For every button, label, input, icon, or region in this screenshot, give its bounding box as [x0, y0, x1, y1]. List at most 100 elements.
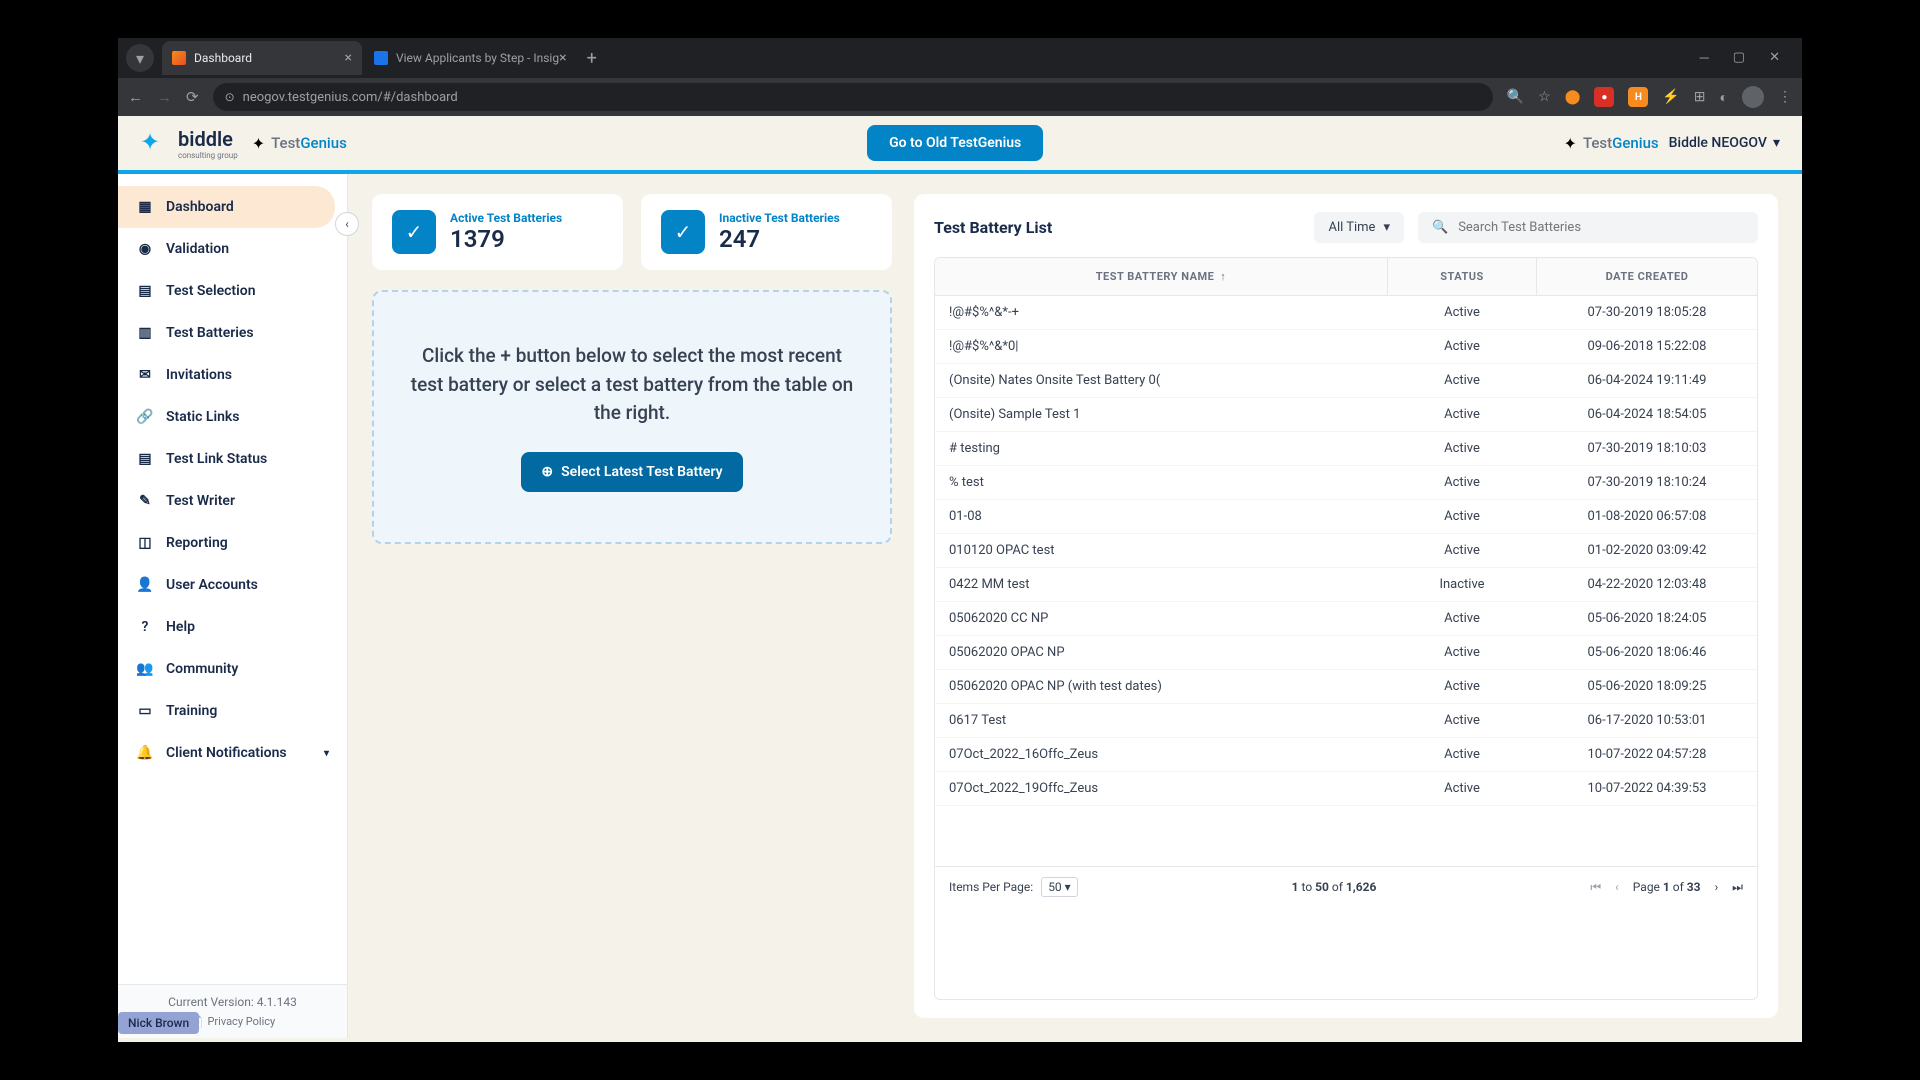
- cell-status: Active: [1387, 738, 1537, 771]
- minimize-icon[interactable]: ─: [1700, 50, 1709, 66]
- address-bar[interactable]: ⊙ neogov.testgenius.com/#/dashboard: [213, 83, 1493, 111]
- logo-subtitle: consulting group: [178, 151, 238, 160]
- cell-status: Inactive: [1387, 568, 1537, 601]
- url-text: neogov.testgenius.com/#/dashboard: [243, 90, 458, 105]
- active-batteries-card[interactable]: ✓ Active Test Batteries 1379: [372, 194, 623, 270]
- table-row[interactable]: 010120 OPAC testActive01-02-2020 03:09:4…: [935, 534, 1757, 568]
- back-button[interactable]: ←: [128, 88, 143, 106]
- collapse-sidebar-button[interactable]: ‹: [335, 212, 359, 236]
- table-row[interactable]: 01-08Active01-08-2020 06:57:08: [935, 500, 1757, 534]
- cell-date: 06-17-2020 10:53:01: [1537, 704, 1757, 737]
- cell-status: Active: [1387, 432, 1537, 465]
- maximize-icon[interactable]: ▢: [1733, 50, 1745, 66]
- sidebar-item-help[interactable]: ?Help: [118, 606, 347, 648]
- tab-search-button[interactable]: ▾: [126, 44, 154, 72]
- select-latest-button[interactable]: ⊕ Select Latest Test Battery: [521, 452, 742, 492]
- org-selector[interactable]: Biddle NEOGOV ▾: [1669, 135, 1780, 151]
- table-row[interactable]: 05062020 CC NPActive05-06-2020 18:24:05: [935, 602, 1757, 636]
- cell-date: 10-07-2022 04:39:53: [1537, 772, 1757, 805]
- next-page-button[interactable]: ›: [1715, 880, 1719, 894]
- sidebar-item-test-selection[interactable]: ▤Test Selection: [118, 270, 347, 312]
- cell-status: Active: [1387, 636, 1537, 669]
- sidebar-item-test-batteries[interactable]: ▥Test Batteries: [118, 312, 347, 354]
- browser-tab-bar: ▾ Dashboard × View Applicants by Step - …: [118, 38, 1802, 78]
- table-row[interactable]: !@#$%^&*-+Active07-30-2019 18:05:28: [935, 296, 1757, 330]
- cell-status: Active: [1387, 500, 1537, 533]
- sidebar-item-user-accounts[interactable]: 👤User Accounts: [118, 564, 347, 606]
- table-row[interactable]: % testActive07-30-2019 18:10:24: [935, 466, 1757, 500]
- plus-icon: ⊕: [541, 464, 553, 480]
- last-page-button[interactable]: ⏭: [1732, 880, 1743, 895]
- sidebar-item-reporting[interactable]: ◫Reporting: [118, 522, 347, 564]
- close-icon[interactable]: ×: [559, 50, 566, 66]
- go-to-old-button[interactable]: Go to Old TestGenius: [867, 125, 1043, 161]
- column-status[interactable]: STATUS: [1387, 258, 1537, 295]
- close-window-icon[interactable]: ✕: [1769, 50, 1780, 66]
- zoom-icon[interactable]: 🔍: [1507, 89, 1524, 105]
- sidebar-item-label: Help: [166, 619, 195, 635]
- table-row[interactable]: 05062020 OPAC NPActive05-06-2020 18:06:4…: [935, 636, 1757, 670]
- items-per-page-select[interactable]: 50 ▾: [1041, 877, 1078, 897]
- prev-page-button[interactable]: ‹: [1615, 880, 1619, 894]
- menu-icon[interactable]: ⋮: [1778, 89, 1792, 105]
- inactive-batteries-card[interactable]: ✓ Inactive Test Batteries 247: [641, 194, 892, 270]
- user-icon: 👤: [136, 576, 154, 594]
- sidebar-item-label: Community: [166, 661, 238, 677]
- clipboard-icon: ▤: [136, 282, 154, 300]
- extensions-icon[interactable]: ⊞: [1694, 89, 1706, 105]
- sidebar-item-test-writer[interactable]: ✎Test Writer: [118, 480, 347, 522]
- first-page-button[interactable]: ⏮: [1590, 880, 1601, 895]
- ext-icon[interactable]: ⬤: [1565, 89, 1581, 105]
- sidebar-item-training[interactable]: ▭Training: [118, 690, 347, 732]
- table-row[interactable]: 05062020 OPAC NP (with test dates)Active…: [935, 670, 1757, 704]
- table-row[interactable]: 0617 TestActive06-17-2020 10:53:01: [935, 704, 1757, 738]
- ext-icon[interactable]: ◐: [1720, 89, 1728, 106]
- sidebar-item-label: Test Link Status: [166, 451, 267, 467]
- sidebar-item-invitations[interactable]: ✉Invitations: [118, 354, 347, 396]
- column-date[interactable]: DATE CREATED: [1537, 258, 1757, 295]
- ext-icon[interactable]: ⚡: [1662, 89, 1679, 105]
- sidebar-item-community[interactable]: 👥Community: [118, 648, 347, 690]
- search-input[interactable]: 🔍: [1418, 212, 1758, 243]
- table-row[interactable]: (Onsite) Nates Onsite Test Battery 0(Act…: [935, 364, 1757, 398]
- sidebar-item-static-links[interactable]: 🔗Static Links: [118, 396, 347, 438]
- ext-icon[interactable]: H: [1628, 87, 1648, 107]
- new-tab-button[interactable]: +: [587, 48, 597, 69]
- ext-icon[interactable]: ●: [1594, 87, 1614, 107]
- sidebar-item-validation[interactable]: ◉Validation: [118, 228, 347, 270]
- extensions-area: 🔍 ☆ ⬤ ● H ⚡ ⊞ ◐ ⋮: [1507, 86, 1792, 108]
- table-row[interactable]: !@#$%^&*0|Active09-06-2018 15:22:08: [935, 330, 1757, 364]
- table-row[interactable]: 07Oct_2022_19Offc_ZeusActive10-07-2022 0…: [935, 772, 1757, 806]
- sort-asc-icon: ↑: [1220, 270, 1226, 283]
- testgenius-logo-small: ✦ TestGenius: [1564, 134, 1659, 153]
- column-name[interactable]: TEST BATTERY NAME ↑: [935, 258, 1387, 295]
- table-row[interactable]: 07Oct_2022_16Offc_ZeusActive10-07-2022 0…: [935, 738, 1757, 772]
- testgenius-logo[interactable]: ✦ TestGenius: [252, 134, 347, 153]
- chevron-down-icon: ▾: [1383, 220, 1390, 235]
- time-filter-dropdown[interactable]: All Time ▾: [1314, 212, 1404, 243]
- reload-button[interactable]: ⟳: [186, 88, 199, 106]
- biddle-logo[interactable]: biddle consulting group: [140, 127, 238, 160]
- browser-tab-inactive[interactable]: View Applicants by Step - Insig ×: [364, 41, 577, 75]
- sidebar-item-client-notifications[interactable]: 🔔Client Notifications▾: [118, 732, 347, 774]
- sidebar-item-label: Client Notifications: [166, 745, 287, 761]
- search-field[interactable]: [1458, 220, 1744, 235]
- sidebar-item-dashboard[interactable]: ▦Dashboard: [118, 186, 335, 228]
- forward-button[interactable]: →: [157, 88, 172, 106]
- table-row[interactable]: # testingActive07-30-2019 18:10:03: [935, 432, 1757, 466]
- bookmark-icon[interactable]: ☆: [1538, 89, 1551, 105]
- sidebar-item-label: Validation: [166, 241, 229, 257]
- table-row[interactable]: (Onsite) Sample Test 1Active06-04-2024 1…: [935, 398, 1757, 432]
- sidebar-item-label: Test Batteries: [166, 325, 254, 341]
- profile-avatar[interactable]: [1742, 86, 1764, 108]
- cell-date: 05-06-2020 18:06:46: [1537, 636, 1757, 669]
- cell-status: Active: [1387, 330, 1537, 363]
- table-row[interactable]: 0422 MM testInactive04-22-2020 12:03:48: [935, 568, 1757, 602]
- cell-status: Active: [1387, 466, 1537, 499]
- browser-tab-active[interactable]: Dashboard ×: [162, 41, 362, 75]
- close-icon[interactable]: ×: [345, 50, 352, 66]
- sidebar-item-test-link-status[interactable]: ▤Test Link Status: [118, 438, 347, 480]
- monitor-icon: ▭: [136, 702, 154, 720]
- site-info-icon[interactable]: ⊙: [225, 90, 235, 104]
- mail-icon: ✉: [136, 366, 154, 384]
